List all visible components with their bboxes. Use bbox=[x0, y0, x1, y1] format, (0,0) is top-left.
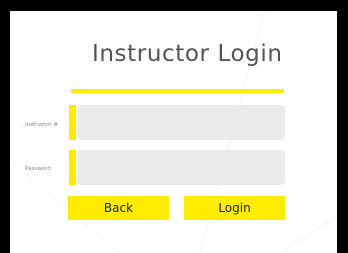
password-field bbox=[69, 150, 285, 185]
login-panel: Instructor Login Instructor # Password B… bbox=[10, 11, 337, 253]
instructor-number-input[interactable] bbox=[77, 105, 285, 140]
instructor-number-label: Instructor # bbox=[25, 122, 59, 128]
page-title: Instructor Login bbox=[92, 41, 283, 67]
password-label: Password bbox=[25, 166, 51, 172]
instructor-field-accent bbox=[69, 105, 76, 140]
instructor-number-field bbox=[69, 105, 285, 140]
password-field-accent bbox=[69, 150, 76, 185]
password-input[interactable] bbox=[77, 150, 285, 185]
back-button[interactable]: Back bbox=[68, 196, 169, 220]
title-underline bbox=[71, 89, 284, 93]
login-button[interactable]: Login bbox=[184, 196, 285, 220]
